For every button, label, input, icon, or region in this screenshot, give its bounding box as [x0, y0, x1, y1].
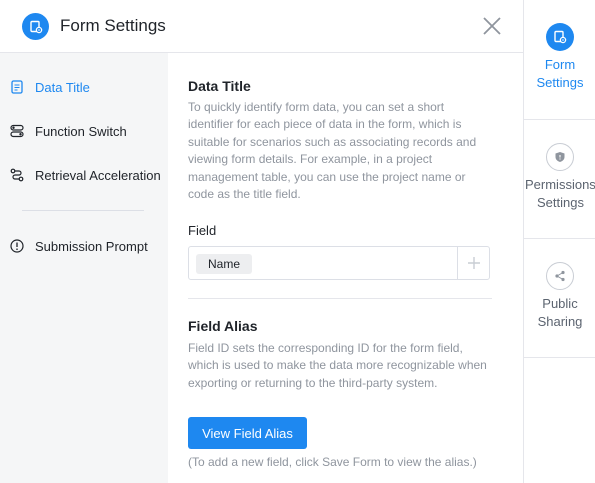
document-icon [10, 80, 24, 94]
close-icon [483, 17, 501, 35]
panel-item-label: Form Settings [536, 57, 584, 90]
panel-item-form-settings[interactable]: Form Settings [524, 23, 595, 103]
section-title-data-title: Data Title [188, 78, 251, 94]
title-field-selector[interactable]: Name [188, 246, 490, 280]
nav-item-label: Data Title [35, 79, 90, 95]
panel-item-label: Permissions Settings [525, 177, 595, 210]
form-settings-dialog: Form Settings Data Title Function Switch… [0, 0, 523, 483]
panel-divider [524, 238, 595, 239]
add-field-button[interactable] [457, 247, 489, 279]
alias-hint: (To add a new field, click Save Form to … [188, 455, 477, 469]
panel-item-label: Public Sharing [537, 296, 583, 329]
field-tag-name[interactable]: Name [196, 254, 253, 274]
panel-item-permissions-settings[interactable]: Permissions Settings [524, 143, 595, 223]
form-settings-icon [22, 13, 49, 40]
nav-item-label: Submission Prompt [35, 238, 148, 254]
section-divider [188, 298, 492, 299]
field-label: Field [188, 223, 217, 238]
panel-divider [524, 357, 595, 358]
settings-content: Data Title To quickly identify form data… [168, 53, 523, 483]
plus-icon [467, 257, 480, 269]
panel-divider [524, 119, 595, 120]
data-title-description: To quickly identify form data, you can s… [188, 100, 477, 202]
close-button[interactable] [480, 14, 504, 38]
form-settings-icon [546, 23, 574, 51]
panel-item-public-sharing[interactable]: Public Sharing [524, 262, 595, 342]
field-alias-description: Field ID sets the corresponding ID for t… [188, 341, 487, 390]
nav-item-label: Function Switch [35, 123, 127, 139]
right-settings-panel: Form Settings Permissions Settings Publi… [523, 0, 595, 483]
nav-item-retrieval-acceleration[interactable]: Retrieval Acceleration [0, 161, 168, 189]
nav-item-data-title[interactable]: Data Title [0, 73, 168, 101]
nav-divider [22, 210, 144, 211]
shield-icon [546, 143, 574, 171]
dialog-header: Form Settings [0, 0, 523, 53]
share-icon [546, 262, 574, 290]
info-icon [10, 239, 24, 253]
dialog-title: Form Settings [60, 16, 166, 35]
view-field-alias-button[interactable]: View Field Alias [188, 417, 307, 449]
nav-item-function-switch[interactable]: Function Switch [0, 117, 168, 145]
section-title-field-alias: Field Alias [188, 318, 258, 334]
nav-item-label: Retrieval Acceleration [35, 167, 161, 183]
toggle-icon [10, 124, 24, 138]
settings-sidebar: Data Title Function Switch Retrieval Acc… [0, 53, 168, 483]
nav-item-submission-prompt[interactable]: Submission Prompt [0, 232, 168, 260]
route-icon [10, 168, 24, 182]
